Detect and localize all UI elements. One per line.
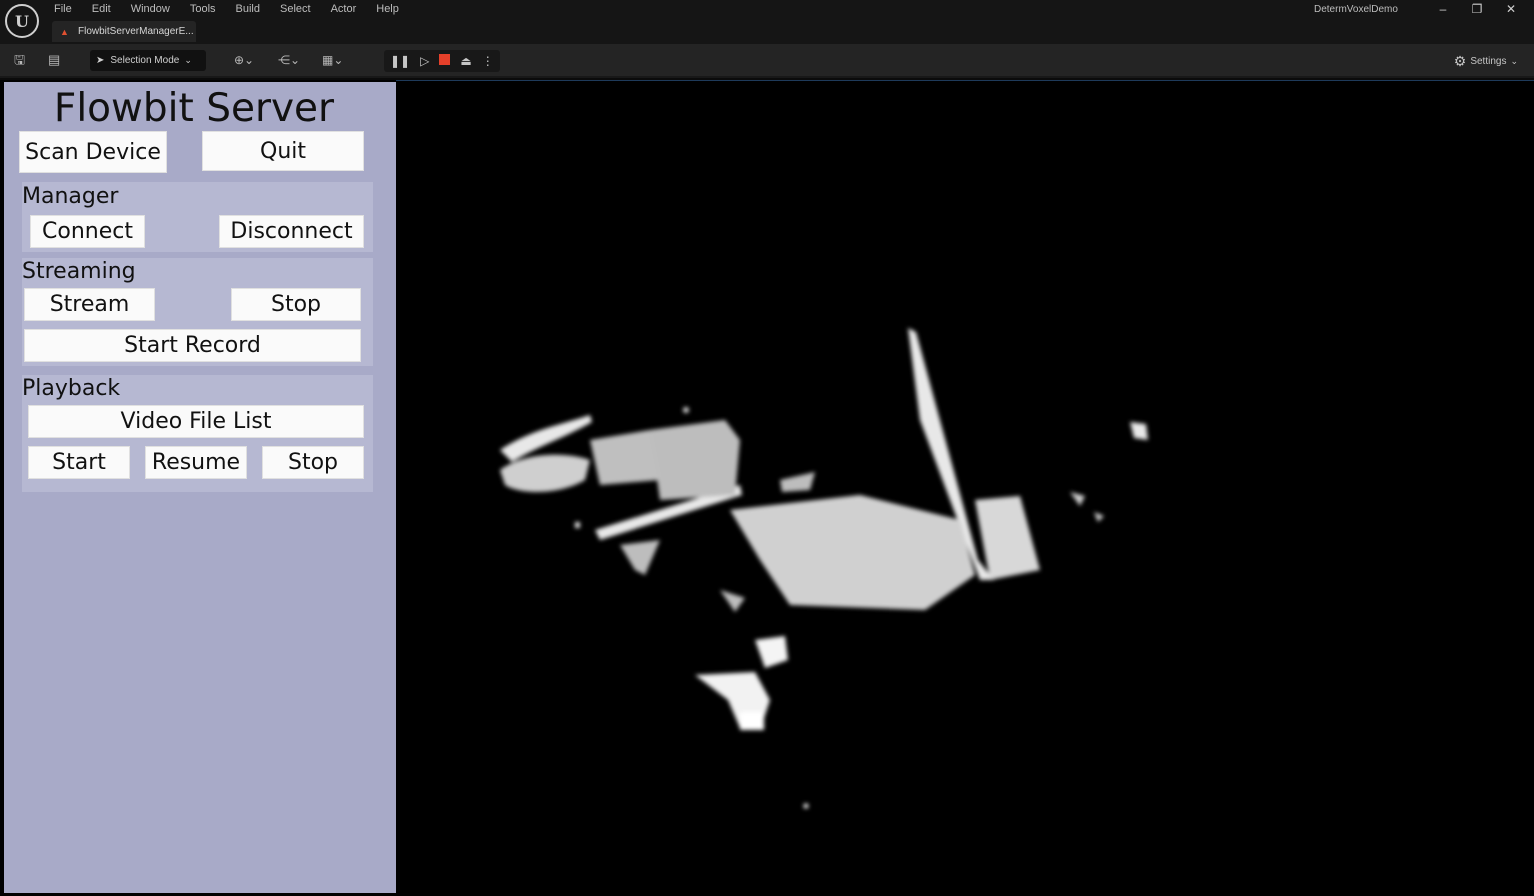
viewport-focus-border xyxy=(396,80,1534,81)
window-controls: – ❐ ✕ xyxy=(1426,0,1528,18)
settings-label: Settings xyxy=(1470,56,1507,67)
level-tab[interactable]: ▲ FlowbitServerManagerE... xyxy=(52,21,196,42)
stream-stop-button[interactable]: Stop xyxy=(231,288,361,321)
pause-icon[interactable]: ❚❚ xyxy=(390,54,410,68)
more-options-icon[interactable]: ⋮ xyxy=(482,54,494,68)
start-record-button[interactable]: Start Record xyxy=(24,329,361,362)
chevron-down-icon: ⌄ xyxy=(1510,56,1518,66)
menu-bar: File Edit Window Tools Build Select Acto… xyxy=(44,2,409,16)
chevron-down-icon: ⌄ xyxy=(184,55,192,65)
playback-stop-button[interactable]: Stop xyxy=(262,446,364,479)
disconnect-button[interactable]: Disconnect xyxy=(219,215,364,248)
connect-button[interactable]: Connect xyxy=(30,215,145,248)
restore-icon[interactable]: ❐ xyxy=(1460,0,1494,18)
close-icon[interactable]: ✕ xyxy=(1494,0,1528,18)
stream-button[interactable]: Stream xyxy=(24,288,155,321)
panel-title: Flowbit Server xyxy=(53,86,335,131)
quit-button[interactable]: Quit xyxy=(202,131,364,171)
menu-select[interactable]: Select xyxy=(270,2,321,16)
streaming-label: Streaming xyxy=(22,259,136,284)
playback-label: Playback xyxy=(22,376,121,401)
play-controls: ❚❚ ▷ ⏏ ⋮ xyxy=(384,50,500,72)
playback-start-button[interactable]: Start xyxy=(28,446,130,479)
gear-icon: ⚙ xyxy=(1453,53,1467,69)
flowbit-server-panel: Flowbit Server Scan Device Quit Manager … xyxy=(4,82,396,893)
project-name: DetermVoxelDemo xyxy=(1314,4,1398,15)
selection-mode-label: Selection Mode xyxy=(110,55,180,66)
menu-window[interactable]: Window xyxy=(121,2,180,16)
menu-file[interactable]: File xyxy=(44,2,82,16)
scan-device-button[interactable]: Scan Device xyxy=(19,131,167,173)
manager-label: Manager xyxy=(22,184,119,209)
step-icon[interactable]: ▷ xyxy=(420,54,429,68)
main-toolbar: 🖫 ▤ ➤ Selection Mode ⌄ ⊕⌄ ⋲⌄ ▦⌄ ❚❚ ▷ ⏏ ⋮… xyxy=(0,44,1534,78)
selection-mode-dropdown[interactable]: ➤ Selection Mode ⌄ xyxy=(90,50,206,71)
stop-icon[interactable] xyxy=(439,54,451,68)
content-browser-icon[interactable]: ▤ xyxy=(48,53,60,67)
level-icon: ▲ xyxy=(60,26,69,37)
cinematics-icon[interactable]: ▦⌄ xyxy=(322,53,343,67)
eject-icon[interactable]: ⏏ xyxy=(460,54,471,68)
menu-help[interactable]: Help xyxy=(366,2,409,16)
menu-edit[interactable]: Edit xyxy=(82,2,121,16)
menu-build[interactable]: Build xyxy=(226,2,270,16)
level-tab-label: FlowbitServerManagerE... xyxy=(78,26,194,37)
unreal-logo-icon[interactable]: U xyxy=(5,4,39,38)
add-actor-icon[interactable]: ⊕⌄ xyxy=(234,53,254,67)
save-icon[interactable]: 🖫 xyxy=(14,53,25,67)
video-file-list-button[interactable]: Video File List xyxy=(28,405,364,438)
title-bar: U File Edit Window Tools Build Select Ac… xyxy=(0,0,1534,44)
settings-button[interactable]: ⚙ Settings ⌄ xyxy=(1454,53,1518,70)
menu-actor[interactable]: Actor xyxy=(321,2,367,16)
menu-tools[interactable]: Tools xyxy=(180,2,226,16)
cursor-icon: ➤ xyxy=(96,55,105,66)
playback-resume-button[interactable]: Resume xyxy=(145,446,247,479)
minimize-icon[interactable]: – xyxy=(1426,0,1460,18)
blueprint-icon[interactable]: ⋲⌄ xyxy=(278,53,300,67)
